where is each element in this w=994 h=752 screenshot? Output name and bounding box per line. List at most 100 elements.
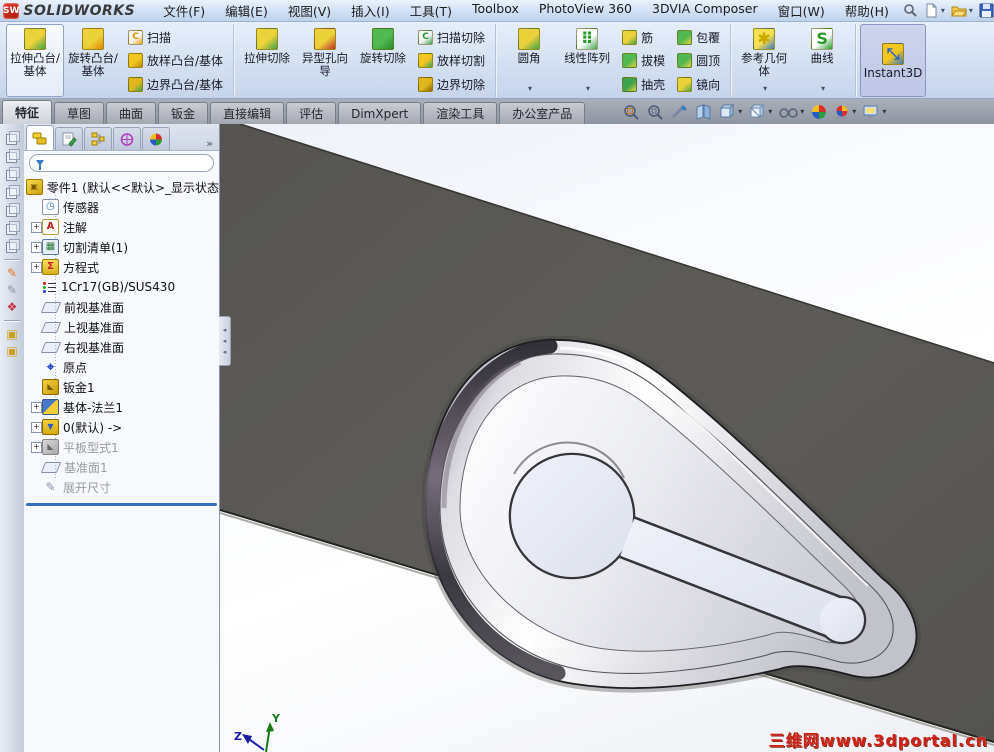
tree-filter-box[interactable] bbox=[29, 154, 214, 172]
zoom-area-button[interactable] bbox=[647, 104, 664, 120]
menu-窗口(W)[interactable]: 窗口(W) bbox=[768, 0, 835, 22]
rollback-bar[interactable] bbox=[26, 503, 217, 506]
edit-appearance-button[interactable] bbox=[811, 104, 827, 120]
mirror-button[interactable]: 镜向 bbox=[673, 74, 724, 94]
menu-帮助(H)[interactable]: 帮助(H) bbox=[835, 0, 899, 22]
standard-view-button-7[interactable] bbox=[5, 239, 20, 253]
fillet-button[interactable]: 圆角 ▾ bbox=[500, 24, 558, 97]
standard-view-button-5[interactable] bbox=[5, 203, 20, 217]
section-view-button[interactable] bbox=[695, 103, 712, 120]
dropdown-arrow-icon[interactable]: ▾ bbox=[586, 82, 590, 95]
dropdown-arrow-icon[interactable]: ▾ bbox=[738, 107, 742, 116]
menu-3DVIA Composer[interactable]: 3DVIA Composer bbox=[642, 0, 768, 22]
shell-button[interactable]: 抽壳 bbox=[618, 74, 669, 94]
hide-show-items-button[interactable]: ▾ bbox=[779, 104, 804, 120]
standard-view-button-1[interactable] bbox=[5, 131, 20, 145]
tree-item-展开尺寸[interactable]: ✎ 展开尺寸 bbox=[24, 477, 219, 497]
apply-scene-button[interactable]: ▾ bbox=[834, 104, 856, 120]
standard-view-button-3[interactable] bbox=[5, 167, 20, 181]
tab-直接编辑[interactable]: 直接编辑 bbox=[210, 102, 285, 124]
tab-评估[interactable]: 评估 bbox=[286, 102, 337, 124]
dropdown-arrow-icon[interactable]: ▾ bbox=[852, 107, 856, 116]
tree-item-上视基准面[interactable]: 上视基准面 bbox=[24, 317, 219, 337]
panel-tab-feature-manager[interactable] bbox=[26, 125, 54, 150]
boundary-cut-button[interactable]: 边界切除 bbox=[414, 74, 489, 94]
standard-view-button-2[interactable] bbox=[5, 149, 20, 163]
tree-item-0(默认) ->[interactable]: + ▼ 0(默认) -> bbox=[24, 417, 219, 437]
menu-插入(I)[interactable]: 插入(I) bbox=[341, 0, 399, 22]
loft-cut-button[interactable]: 放样切割 bbox=[414, 51, 489, 71]
tree-item-基体-法兰1[interactable]: + 基体-法兰1 bbox=[24, 397, 219, 417]
dropdown-arrow-icon[interactable]: ▾ bbox=[882, 107, 886, 116]
display-style-button[interactable]: ▾ bbox=[749, 103, 772, 120]
sweep-button[interactable]: C 扫描 bbox=[124, 27, 227, 47]
tree-item-右视基准面[interactable]: 右视基准面 bbox=[24, 337, 219, 357]
revolve-cut-button[interactable]: 旋转切除 bbox=[354, 24, 412, 97]
menu-PhotoView 360[interactable]: PhotoView 360 bbox=[529, 0, 642, 22]
save-button[interactable]: ▾ bbox=[977, 2, 994, 19]
extrude-boss-button[interactable]: 拉伸凸台/基体 bbox=[6, 24, 64, 97]
zoom-fit-button[interactable] bbox=[623, 104, 640, 120]
tree-item-方程式[interactable]: + Σ 方程式 bbox=[24, 257, 219, 277]
dropdown-arrow-icon[interactable]: ▾ bbox=[528, 82, 532, 95]
loft-button[interactable]: 放样凸台/基体 bbox=[124, 51, 227, 71]
expand-toggle[interactable]: + bbox=[31, 421, 42, 433]
tree-item-钣金1[interactable]: ◣ 钣金1 bbox=[24, 377, 219, 397]
standard-view-button-6[interactable] bbox=[5, 221, 20, 235]
tab-渲染工具[interactable]: 渲染工具 bbox=[423, 102, 498, 124]
expand-toggle[interactable]: + bbox=[31, 241, 42, 253]
expand-toggle[interactable]: + bbox=[31, 261, 42, 273]
tree-item-1Cr17(GB)/SUS430[interactable]: 1Cr17(GB)/SUS430 bbox=[24, 277, 219, 297]
tree-item-平板型式1[interactable]: + ◣ 平板型式1 bbox=[24, 437, 219, 457]
boundary-button[interactable]: 边界凸台/基体 bbox=[124, 74, 227, 94]
feature-boss-2-button[interactable]: ▣ bbox=[6, 344, 17, 358]
previous-view-button[interactable] bbox=[671, 104, 688, 120]
wrap-button[interactable]: 包覆 bbox=[673, 27, 724, 47]
hole-wizard-button[interactable]: 异型孔向导 bbox=[296, 24, 354, 97]
tab-DimXpert[interactable]: DimXpert bbox=[338, 102, 422, 124]
panel-tab-display-manager[interactable] bbox=[142, 127, 170, 150]
panel-tab-overflow[interactable]: » bbox=[206, 137, 213, 150]
menu-Toolbox[interactable]: Toolbox bbox=[462, 0, 529, 22]
dropdown-arrow-icon[interactable]: ▾ bbox=[763, 82, 767, 95]
menu-编辑(E)[interactable]: 编辑(E) bbox=[215, 0, 278, 22]
mate-button[interactable]: ❖ bbox=[7, 300, 18, 314]
reference-geometry-button[interactable]: ✱ 参考几何体 ▾ bbox=[735, 24, 793, 97]
view-settings-button[interactable]: ▾ bbox=[863, 104, 886, 120]
panel-tab-property-manager[interactable] bbox=[55, 127, 83, 150]
expand-toggle[interactable]: + bbox=[31, 441, 42, 453]
menu-文件(F)[interactable]: 文件(F) bbox=[153, 0, 215, 22]
tab-特征[interactable]: 特征 bbox=[2, 100, 53, 124]
standard-view-button-4[interactable] bbox=[5, 185, 20, 199]
new-document-button[interactable]: ▾ bbox=[922, 2, 947, 19]
tree-item-原点[interactable]: ⌖ 原点 bbox=[24, 357, 219, 377]
open-button[interactable]: ▾ bbox=[949, 2, 975, 19]
tree-item-前视基准面[interactable]: 前视基准面 bbox=[24, 297, 219, 317]
menu-工具(T)[interactable]: 工具(T) bbox=[400, 0, 462, 22]
graphics-viewport[interactable]: Z Y 三维网www.3dportal.cn bbox=[220, 124, 994, 752]
rib-button[interactable]: 筋 bbox=[618, 27, 669, 47]
panel-tab-configuration-manager[interactable] bbox=[84, 127, 112, 150]
tree-filter-input[interactable] bbox=[48, 156, 207, 170]
tab-办公室产品[interactable]: 办公室产品 bbox=[499, 102, 586, 124]
linear-pattern-button[interactable]: ⠿ 线性阵列 ▾ bbox=[558, 24, 616, 97]
revolve-boss-button[interactable]: 旋转凸台/基体 bbox=[64, 24, 122, 97]
dropdown-arrow-icon[interactable]: ▾ bbox=[969, 6, 973, 15]
tree-item-切割清单(1)[interactable]: + ▦ 切割清单(1) bbox=[24, 237, 219, 257]
tab-草图[interactable]: 草图 bbox=[54, 102, 105, 124]
tree-item-基准面1[interactable]: 基准面1 bbox=[24, 457, 219, 477]
extrude-cut-button[interactable]: 拉伸切除 bbox=[238, 24, 296, 97]
dropdown-arrow-icon[interactable]: ▾ bbox=[821, 82, 825, 95]
panel-tab-dimxpert-manager[interactable] bbox=[113, 127, 141, 150]
expand-toggle[interactable]: + bbox=[31, 401, 42, 413]
dome-button[interactable]: 圆顶 bbox=[673, 51, 724, 71]
smart-dimension-button[interactable]: ✎ bbox=[7, 283, 17, 297]
tree-item-传感器[interactable]: ◷ 传感器 bbox=[24, 197, 219, 217]
tab-钣金[interactable]: 钣金 bbox=[158, 102, 209, 124]
expand-toggle[interactable]: + bbox=[31, 221, 42, 233]
curve-button[interactable]: S 曲线 ▾ bbox=[793, 24, 851, 97]
tree-item-注解[interactable]: + A 注解 bbox=[24, 217, 219, 237]
dropdown-arrow-icon[interactable]: ▾ bbox=[768, 107, 772, 116]
search-button[interactable] bbox=[901, 2, 920, 19]
instant3d-button[interactable]: ⤡ Instant3D bbox=[860, 24, 927, 97]
